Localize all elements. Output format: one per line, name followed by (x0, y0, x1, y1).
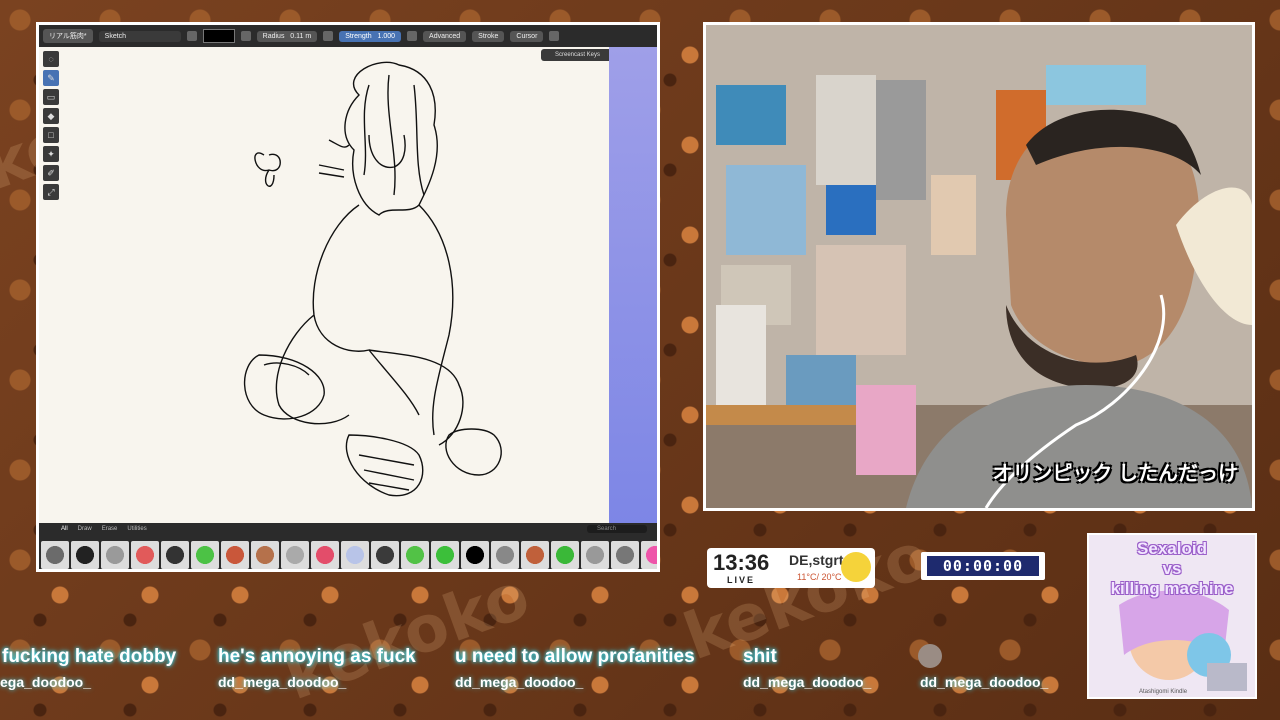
tab-erase[interactable]: Erase (102, 526, 118, 534)
brush-thumbnail[interactable] (521, 541, 549, 569)
brush-thumbnail[interactable] (461, 541, 489, 569)
draw-tool-icon[interactable]: ✎ (43, 70, 59, 86)
background-text: kekoko (275, 558, 539, 716)
chat-username: dd_mega_doodoo_ (218, 674, 347, 690)
brush-thumbnail[interactable] (311, 541, 339, 569)
brush-thumbnail[interactable] (551, 541, 579, 569)
brush-thumbnail[interactable] (221, 541, 249, 569)
advanced-dropdown[interactable]: Advanced (423, 30, 467, 42)
brush-thumbnail[interactable] (71, 541, 99, 569)
color-swatch[interactable] (202, 29, 235, 43)
select-tool-icon[interactable]: ◌ (43, 51, 59, 67)
pin-icon[interactable] (186, 31, 197, 41)
settings-icon[interactable] (549, 31, 560, 41)
album-title-line: killing machine (1110, 579, 1234, 598)
radius-field[interactable]: Radius 0.11 m (256, 30, 318, 42)
tool-shelf: ◌ ✎ ▭ ◆ □ ✦ ✐ ⤢ (43, 51, 59, 200)
location-label: DE,stgrt (789, 552, 844, 568)
fill-tool-icon[interactable]: ◆ (43, 108, 59, 124)
tab-utilities[interactable]: Utilities (127, 526, 146, 534)
chat-username: dd_mega_doodoo_ (920, 674, 1049, 690)
chat-avatar (918, 644, 942, 668)
brush-thumbnail[interactable] (641, 541, 657, 569)
strength-field[interactable]: Strength 1.000 (339, 30, 402, 42)
strength-value: 1.000 (377, 32, 396, 40)
brush-asset-shelf: All Draw Erase Utilities Search (39, 523, 657, 569)
stroke-dropdown[interactable]: Stroke (472, 30, 505, 42)
live-badge: LIVE (727, 575, 756, 585)
brush-thumbnail[interactable] (41, 541, 69, 569)
brush-thumbnail[interactable] (281, 541, 309, 569)
album-credit: Atashigomi Kindle (1139, 689, 1188, 695)
eyedropper-icon[interactable]: ✐ (43, 165, 59, 181)
brush-thumbnail[interactable] (431, 541, 459, 569)
now-playing-album-art: Sexaloid vs killing machine Atashigomi K… (1087, 533, 1257, 699)
header-toolbar: リアル筋肉* Sketch Radius 0.11 m Strength 1.0… (39, 25, 657, 47)
strength-label: Strength (345, 32, 372, 40)
erase-tool-icon[interactable]: ▭ (43, 89, 59, 105)
brush-thumbnail[interactable] (251, 541, 279, 569)
live-subtitle: オリンピック したんだっけ (992, 463, 1238, 485)
background-text: kekoko (675, 518, 939, 676)
chat-username: ega_doodoo_ (0, 674, 92, 690)
tab-draw[interactable]: Draw (78, 526, 92, 534)
radius-value: 0.11 m (290, 32, 312, 40)
brush-thumbnail[interactable] (341, 541, 369, 569)
layer-dropdown[interactable]: リアル筋肉* (43, 29, 93, 43)
temperature-label: 11°C/ 20°C (797, 572, 842, 582)
pressure-icon[interactable] (323, 31, 334, 41)
radius-label: Radius (262, 32, 285, 40)
brush-thumbnail[interactable] (611, 541, 639, 569)
brush-thumbnail[interactable] (371, 541, 399, 569)
box-tool-icon[interactable]: □ (43, 127, 59, 143)
line-art-drawing[interactable] (219, 55, 519, 515)
pin-icon[interactable] (240, 31, 251, 41)
brush-thumbnail[interactable] (131, 541, 159, 569)
chat-message: he's annoying as fuck (218, 646, 416, 667)
weather-sun-icon (841, 552, 871, 582)
chat-username: dd_mega_doodoo_ (743, 674, 872, 690)
album-title: Sexaloid vs killing machine (1097, 539, 1247, 599)
brush-search-input[interactable]: Search (587, 525, 647, 533)
brush-thumbnail[interactable] (101, 541, 129, 569)
chat-username: dd_mega_doodoo_ (455, 674, 584, 690)
cursor-dropdown[interactable]: Cursor (510, 30, 544, 42)
brush-list (39, 537, 657, 569)
timer-value: 00:00:00 (927, 556, 1039, 576)
material-field[interactable]: Sketch (98, 30, 181, 42)
brush-thumbnail[interactable] (491, 541, 519, 569)
webcam-image (706, 25, 1252, 508)
chat-message: fucking hate dobby (2, 646, 177, 667)
viewport-gradient (609, 47, 657, 523)
album-title-line: Sexaloid (1137, 539, 1207, 558)
blender-window: リアル筋肉* Sketch Radius 0.11 m Strength 1.0… (36, 22, 660, 572)
clock-time: 13:36 (713, 550, 770, 575)
album-title-line: vs (1162, 559, 1182, 578)
chat-message: shit (743, 646, 777, 667)
tint-tool-icon[interactable]: ✦ (43, 146, 59, 162)
pressure-icon[interactable] (407, 31, 418, 41)
chat-message: u need to allow profanities (455, 646, 695, 667)
brush-thumbnail[interactable] (581, 541, 609, 569)
brush-thumbnail[interactable] (161, 541, 189, 569)
tab-all[interactable]: All (61, 526, 68, 534)
brush-thumbnail[interactable] (401, 541, 429, 569)
transform-tool-icon[interactable]: ⤢ (43, 184, 59, 200)
clock-weather-widget: 13:36 LIVE DE,stgrt 11°C/ 20°C (707, 548, 875, 588)
brush-category-tabs: All Draw Erase Utilities (39, 523, 657, 537)
webcam-feed: オリンピック したんだっけ (703, 22, 1255, 511)
brush-thumbnail[interactable] (191, 541, 219, 569)
stream-timer: 00:00:00 (921, 552, 1045, 580)
